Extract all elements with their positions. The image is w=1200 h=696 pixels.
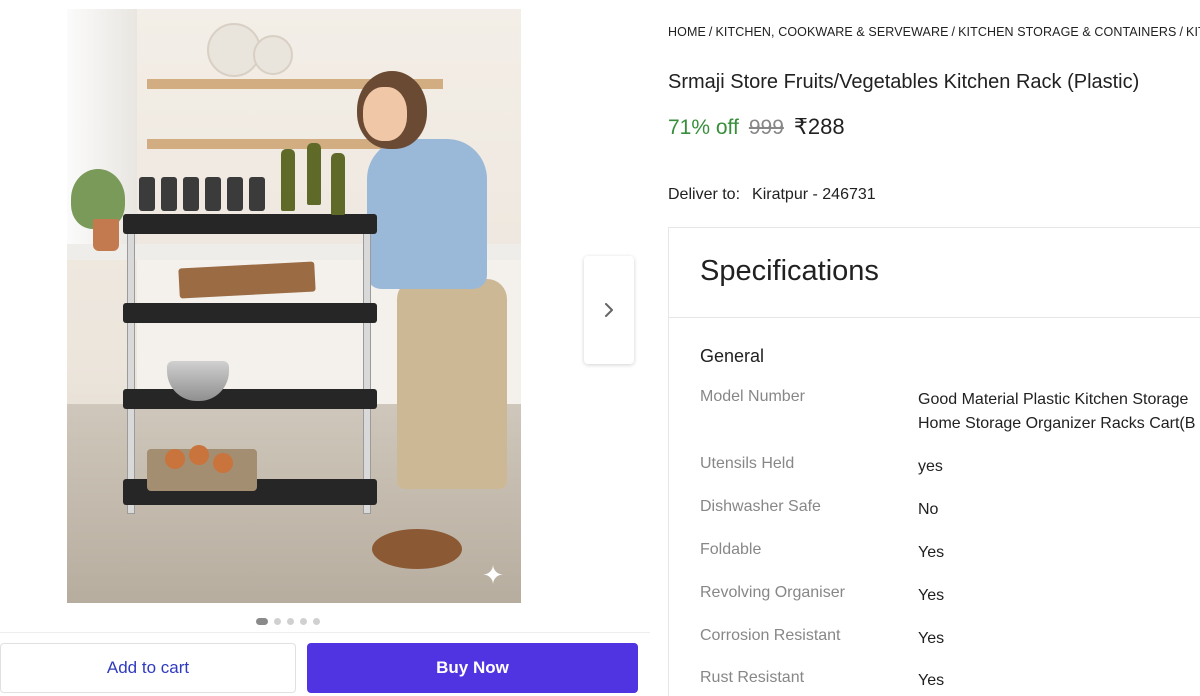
chevron-right-icon [605, 303, 613, 317]
original-price: 999 [748, 116, 784, 139]
image-plate [253, 35, 293, 75]
rack-shelf [123, 303, 377, 323]
spec-row-corrosion-resistant: Corrosion Resistant Yes [700, 627, 1200, 651]
spec-key: Model Number [700, 388, 805, 405]
image-spice-jar [139, 177, 155, 211]
spec-value: No [918, 501, 939, 518]
spec-key: Dishwasher Safe [700, 498, 821, 515]
add-to-cart-button[interactable]: Add to cart [0, 643, 296, 693]
spec-value: Yes [918, 630, 945, 647]
price-row: 71% off 999 ₹288 [668, 114, 845, 140]
next-image-button[interactable] [584, 256, 634, 364]
specifications-header: Specifications [669, 228, 1200, 318]
breadcrumb-kitchen-truncated[interactable]: KITCH [1186, 25, 1200, 39]
spec-value-line: Home Storage Organizer Racks Cart(B [918, 415, 1196, 432]
spec-row-utensils-held: Utensils Held yes [700, 455, 1200, 479]
spec-row-model-number: Model Number Good Material Plastic Kitch… [700, 388, 1200, 436]
rack-shelf [123, 214, 377, 234]
selling-price: ₹288 [793, 114, 845, 139]
delivery-pincode[interactable]: Kiratpur - 246731 [752, 186, 876, 204]
image-spice-jar [249, 177, 265, 211]
spec-group-title: General [700, 346, 765, 366]
product-image[interactable]: ✦ [67, 9, 521, 603]
carousel-dot[interactable] [274, 617, 281, 625]
spec-value: yes [918, 458, 943, 475]
spec-row-foldable: Foldable Yes [700, 541, 1200, 565]
image-person-face [363, 87, 407, 141]
image-spice-jar [183, 177, 199, 211]
image-onion [189, 445, 209, 465]
breadcrumb-home[interactable]: HOME [668, 25, 706, 39]
image-spice-jar [205, 177, 221, 211]
spec-key: Foldable [700, 541, 762, 558]
spec-value: Yes [918, 544, 945, 561]
rack-leg [363, 224, 371, 514]
spec-value: Yes [918, 587, 945, 604]
spec-row-dishwasher-safe: Dishwasher Safe No [700, 498, 1200, 522]
breadcrumb-separator: / [951, 25, 956, 39]
carousel-dot[interactable] [256, 617, 268, 625]
specifications-card: Specifications General Model Number Good… [668, 227, 1200, 696]
spec-value-line: Good Material Plastic Kitchen Storage [918, 391, 1189, 408]
buy-now-button[interactable]: Buy Now [307, 643, 638, 693]
image-person-body [367, 139, 487, 289]
delivery-location[interactable]: Deliver to: Kiratpur - 246731 [668, 186, 876, 204]
image-pot [93, 219, 119, 251]
breadcrumb-kitchen-storage[interactable]: KITCHEN STORAGE & CONTAINERS [958, 25, 1176, 39]
rack-leg [127, 224, 135, 514]
image-oil-bottle [281, 149, 295, 211]
spec-key: Utensils Held [700, 455, 795, 472]
image-onion [165, 449, 185, 469]
delivery-label: Deliver to: [668, 186, 741, 203]
carousel-dots [256, 617, 320, 625]
sparkle-icon: ✦ [482, 560, 504, 590]
image-person-legs [397, 279, 507, 489]
spec-row-rust-resistant: Rust Resistant Yes [700, 669, 1200, 693]
breadcrumb-separator: / [1179, 25, 1184, 39]
specifications-heading: Specifications [700, 255, 879, 287]
image-oil-bottle [331, 153, 345, 215]
spec-key: Rust Resistant [700, 669, 805, 686]
breadcrumb-kitchen-cookware[interactable]: KITCHEN, COOKWARE & SERVEWARE [715, 25, 948, 39]
image-spice-carousel [372, 529, 462, 569]
image-spice-jar [161, 177, 177, 211]
rack-shelf [123, 389, 377, 409]
discount-percent: 71% off [668, 116, 739, 139]
product-title: Srmaji Store Fruits/Vegetables Kitchen R… [668, 71, 1140, 93]
spec-key: Corrosion Resistant [700, 627, 841, 644]
image-onion [213, 453, 233, 473]
spec-row-revolving-organiser: Revolving Organiser Yes [700, 584, 1200, 608]
carousel-dot[interactable] [313, 617, 320, 625]
spec-value: Yes [918, 672, 945, 689]
image-oil-bottle [307, 143, 321, 205]
breadcrumb-separator: / [708, 25, 713, 39]
carousel-dot[interactable] [287, 617, 294, 625]
image-spice-jar [227, 177, 243, 211]
breadcrumb: HOME / KITCHEN, COOKWARE & SERVEWARE / KITCH… [668, 25, 1200, 39]
carousel-dot[interactable] [300, 617, 307, 625]
spec-key: Revolving Organiser [700, 584, 845, 601]
spec-value: Good Material Plastic Kitchen Storage Ho… [918, 388, 1200, 436]
